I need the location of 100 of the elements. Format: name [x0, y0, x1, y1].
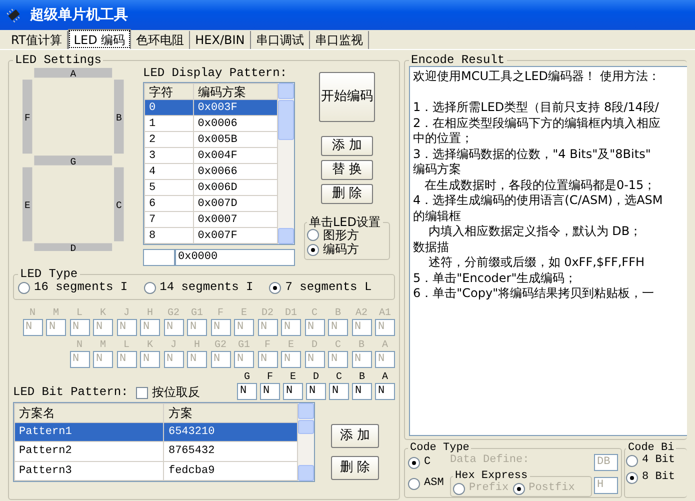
column-header[interactable]: 字符: [144, 84, 194, 100]
radio-button[interactable]: [307, 229, 319, 242]
group-title: Code Type: [409, 443, 470, 454]
text-line: 的编辑框: [413, 208, 462, 224]
segment-label: C: [334, 340, 342, 351]
table-cell[interactable]: 6: [144, 196, 194, 212]
segment-label: G: [242, 372, 251, 383]
group-title: 单击LED设置: [308, 216, 382, 228]
radio-label: 7 segments L: [285, 280, 372, 295]
table-cell[interactable]: 0x0006: [193, 116, 278, 132]
radio-button[interactable]: [408, 478, 420, 490]
table-cell[interactable]: 0x005B: [193, 132, 278, 148]
segment-label: L: [122, 340, 130, 351]
button[interactable]: 删 除: [331, 456, 379, 480]
table-cell[interactable]: fedcba9: [164, 461, 298, 480]
segment-field[interactable]: N: [237, 382, 257, 400]
checkbox-label: 按位取反: [152, 385, 200, 400]
segment-label: N: [75, 340, 84, 351]
segment-label: F: [216, 308, 224, 319]
table-cell[interactable]: 1: [144, 116, 194, 132]
segment-label: K: [98, 308, 107, 319]
data-define-label: Data Define:: [450, 454, 530, 468]
group-title: LED Settings: [14, 54, 102, 66]
table-cell[interactable]: Pattern3: [14, 461, 164, 480]
segment-label: F: [263, 340, 272, 351]
table-cell[interactable]: Pattern1: [14, 422, 164, 442]
table-label: LED Display Pattern:: [143, 66, 288, 80]
text-line: 4．选择生成编码的使用语言(C/ASM)，选ASM: [413, 193, 664, 208]
led-segment[interactable]: [34, 243, 112, 251]
table-cell[interactable]: 6543210: [164, 422, 298, 442]
group-title: Code Bi: [627, 443, 676, 454]
group-title: Encode Result: [410, 54, 506, 66]
button[interactable]: 开始编码: [319, 72, 375, 122]
text-line: 3．选择编码数据的位数，"4 Bits"及"8Bits": [413, 146, 652, 162]
tab[interactable]: LED 编码: [68, 29, 132, 49]
radio-button[interactable]: [144, 282, 156, 294]
table-cell[interactable]: 7: [144, 212, 194, 228]
radio-button[interactable]: [307, 244, 319, 256]
segment-field[interactable]: N: [352, 382, 372, 400]
segment-label: E: [24, 200, 30, 212]
column-header[interactable]: 编码方案: [193, 84, 278, 100]
button[interactable]: 添 加: [321, 136, 373, 156]
table-cell[interactable]: Pattern2: [14, 442, 164, 462]
segment-label: E: [240, 308, 248, 319]
scrollbar[interactable]: [298, 402, 314, 481]
column-header[interactable]: 方案: [164, 403, 298, 423]
segment-label: B: [358, 372, 366, 383]
radio-button[interactable]: [626, 454, 638, 467]
table-cell[interactable]: 0x007D: [193, 196, 278, 212]
radio-button[interactable]: [626, 472, 638, 484]
table-label: LED Bit Pattern:: [13, 385, 128, 400]
segment-label: D1: [284, 308, 298, 319]
button[interactable]: 删 除: [321, 184, 373, 204]
button[interactable]: 替 换: [321, 160, 373, 180]
segment-label: N: [28, 308, 36, 319]
table-cell[interactable]: 2: [144, 132, 194, 148]
scrollbar[interactable]: [278, 83, 294, 244]
segment-label: F: [24, 112, 30, 124]
led-segment[interactable]: [114, 80, 124, 154]
segment-label: D: [310, 340, 318, 351]
table-cell[interactable]: 0x006D: [193, 180, 278, 196]
radio-button[interactable]: [269, 282, 282, 294]
radio-label: ASM: [424, 477, 444, 490]
text-line: 2．在相应类型段编码下方的编辑框内填入相应: [413, 116, 662, 131]
radio-button[interactable]: [408, 456, 420, 469]
radio-label: Postfix: [528, 482, 575, 496]
table-cell[interactable]: 0x0007: [193, 212, 278, 228]
group-title: Hex Express: [454, 471, 529, 482]
radio-label: 8 Bit: [642, 471, 676, 484]
table-cell[interactable]: 8: [144, 228, 194, 244]
segment-label: M: [52, 308, 60, 319]
segment-field[interactable]: N: [329, 382, 349, 400]
radio-button[interactable]: [18, 282, 30, 294]
char-field[interactable]: [143, 249, 175, 266]
table-cell[interactable]: 5: [144, 180, 194, 196]
table-cell[interactable]: 4: [144, 164, 194, 180]
text-line: 欢迎使用MCU工具之LED编码器！ 使用方法：: [413, 69, 661, 84]
table-cell[interactable]: 0x003F: [193, 100, 278, 116]
checkbox[interactable]: [136, 386, 148, 399]
segment-field[interactable]: N: [375, 382, 395, 400]
led-segment[interactable]: [22, 167, 32, 242]
column-header[interactable]: 方案名: [14, 403, 164, 423]
segment-field[interactable]: N: [283, 382, 303, 400]
table-cell[interactable]: 3: [144, 148, 194, 164]
segment-label: H: [146, 308, 154, 319]
table-cell[interactable]: 0x0066: [193, 164, 278, 180]
segment-field[interactable]: N: [260, 382, 280, 400]
segment-label: B: [334, 308, 342, 319]
segment-field[interactable]: N: [306, 382, 326, 400]
table-cell[interactable]: 8765432: [164, 442, 298, 462]
segment-label: A: [380, 372, 389, 383]
table-cell[interactable]: 0x004F: [193, 148, 278, 164]
chip-icon: [6, 7, 22, 23]
radio-label: 14 segments I: [160, 280, 254, 295]
table-cell[interactable]: 0x007F: [193, 228, 278, 244]
code-field[interactable]: 0x0000: [175, 249, 295, 266]
table-cell[interactable]: 0: [144, 100, 194, 116]
text-line: 中的位置；: [413, 131, 474, 146]
button[interactable]: 添 加: [331, 424, 379, 448]
text-line: 内填入相应数据定义指令，默认为 DB；: [427, 224, 643, 240]
